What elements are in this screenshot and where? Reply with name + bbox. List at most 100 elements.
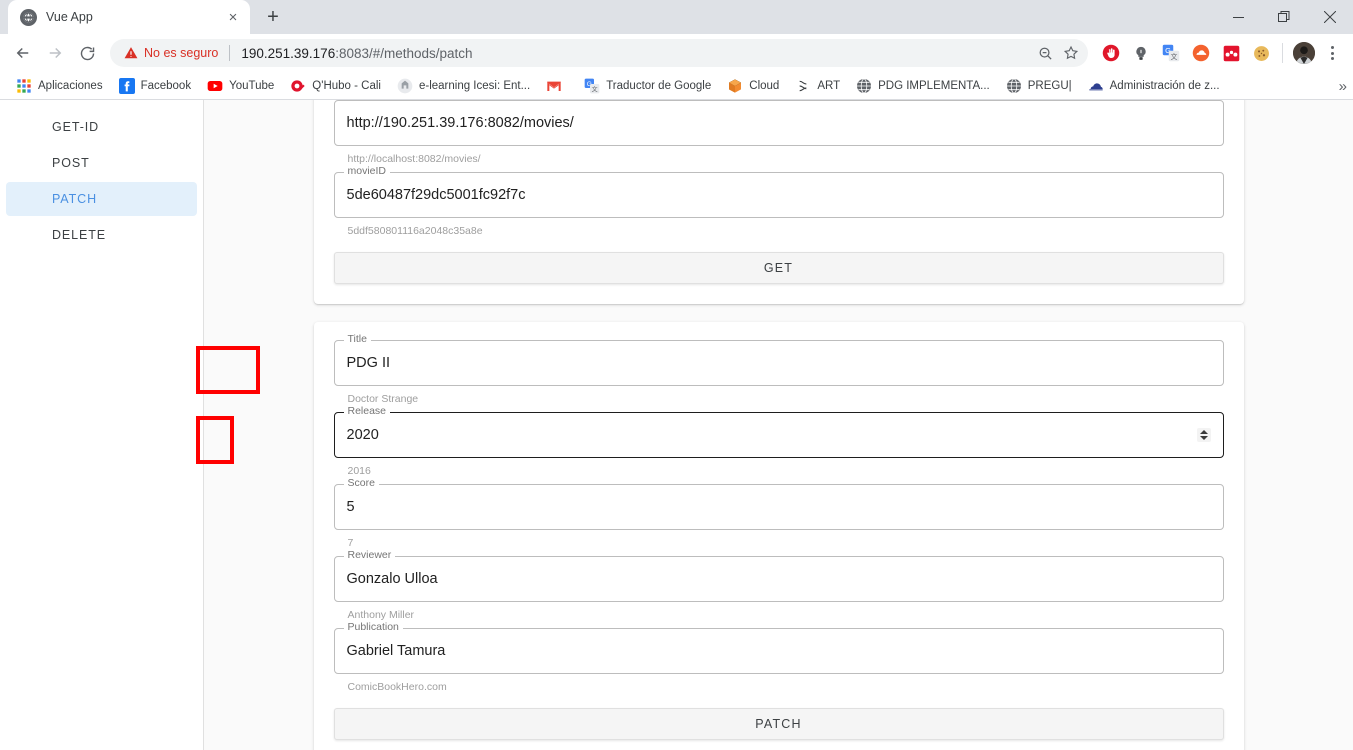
apps-grid-icon [17, 78, 31, 93]
url-field-value: http://190.251.39.176:8082/movies/ [346, 115, 574, 131]
url-field-box[interactable]: http://190.251.39.176:8082/movies/ [333, 100, 1224, 146]
bookmark-cloud[interactable]: Cloud [719, 74, 787, 98]
reload-button[interactable] [72, 38, 102, 68]
sidebar-item-get-id[interactable]: GET-ID [6, 110, 197, 144]
bookmark-label: Facebook [140, 79, 192, 92]
publication-field[interactable]: Publication Gabriel Tamura [333, 621, 1224, 674]
chrome-menu-icon[interactable] [1319, 38, 1345, 68]
bookmark-elearning-icesi[interactable]: e-learning Icesi: Ent... [389, 74, 538, 98]
main-content: http://190.251.39.176:8082/movies/ http:… [204, 100, 1353, 750]
browser-tab-vue-app[interactable]: Vue App × [8, 0, 250, 34]
get-submit-button[interactable]: GET [333, 252, 1224, 284]
google-translate-icon: G 文 [584, 78, 600, 93]
security-warning[interactable]: No es seguro [124, 46, 218, 60]
globe-icon [1006, 78, 1021, 93]
url-field[interactable]: http://190.251.39.176:8082/movies/ [333, 100, 1224, 146]
minimize-icon[interactable] [1215, 0, 1261, 34]
bookmark-aplicaciones[interactable]: Aplicaciones [8, 74, 111, 98]
title-field-box[interactable]: PDG II [333, 340, 1224, 386]
avatar[interactable] [1289, 38, 1319, 68]
sidebar-item-label: DELETE [52, 228, 107, 242]
movie-id-field[interactable]: movieID 5de60487f29dc5001fc92f7c [333, 165, 1224, 218]
release-legend: Release [343, 405, 391, 417]
bookmark-star-icon[interactable] [1058, 40, 1084, 66]
bookmark-label: Traductor de Google [606, 79, 712, 92]
url-host: 190.251.39.176 [241, 45, 336, 61]
qhubo-icon [291, 79, 305, 92]
bookmarks-overflow-button[interactable]: » [1339, 72, 1347, 99]
close-icon[interactable]: × [224, 8, 242, 26]
publication-legend: Publication [343, 621, 403, 633]
bookmark-label: e-learning Icesi: Ent... [418, 79, 531, 92]
title-legend: Title [343, 333, 371, 345]
release-field-value: 2020 [346, 427, 379, 443]
mendeley-icon[interactable] [1216, 38, 1246, 68]
sidebar-item-post[interactable]: POST [6, 146, 197, 180]
movie-id-field-hint: 5ddf580801116a2048c35a8e [347, 225, 483, 237]
bookmark-youtube[interactable]: YouTube [199, 74, 282, 98]
bookmark-pdg-implementa[interactable]: PDG IMPLEMENTA... [848, 74, 998, 98]
bookmark-pregu[interactable]: PREGU| [998, 74, 1080, 98]
extensions-area: G 文 [1096, 38, 1345, 68]
sidebar-nav: GET-ID POST PATCH DELETE [0, 100, 204, 750]
gmail-icon [547, 81, 561, 91]
url-text: 190.251.39.176:8083/#/methods/patch [241, 46, 1032, 61]
bookmarks-bar: Aplicaciones Facebook YouTube Q'Hubo - C… [0, 72, 1353, 100]
google-translate-icon[interactable]: G 文 [1156, 38, 1186, 68]
lamp-icon[interactable] [1126, 38, 1156, 68]
cloud-admin-icon [1088, 82, 1103, 90]
bookmark-traductor-de-google[interactable]: G 文 Traductor de Google [576, 74, 719, 98]
reviewer-field-hint: Anthony Miller [347, 609, 415, 621]
url-field-hint: http://localhost:8082/movies/ [347, 153, 481, 165]
score-field-box[interactable]: 5 [333, 484, 1224, 530]
publication-field-value: Gabriel Tamura [346, 643, 446, 659]
title-field[interactable]: Title PDG II [333, 333, 1224, 386]
publication-field-box[interactable]: Gabriel Tamura [333, 628, 1224, 674]
sidebar-item-label: POST [52, 156, 90, 170]
bookmark-label: PDG IMPLEMENTA... [878, 79, 990, 92]
number-stepper-icon[interactable] [1196, 428, 1211, 442]
maximize-icon[interactable] [1261, 0, 1307, 34]
bookmark-art[interactable]: ART [787, 74, 848, 98]
zoom-out-icon[interactable] [1032, 40, 1058, 66]
sidebar-item-delete[interactable]: DELETE [6, 218, 197, 252]
movie-id-legend: movieID [343, 165, 391, 177]
patch-submit-button[interactable]: PATCH [333, 708, 1224, 740]
bookmark-facebook[interactable]: Facebook [111, 74, 200, 98]
sidebar-item-patch[interactable]: PATCH [6, 182, 197, 216]
reviewer-field-box[interactable]: Gonzalo Ulloa [333, 556, 1224, 602]
bookmark-qhubo[interactable]: Q'Hubo - Cali [282, 74, 389, 98]
score-legend: Score [343, 477, 379, 489]
bookmark-label: YouTube [229, 79, 275, 92]
release-field[interactable]: Release 2020 [333, 405, 1224, 458]
movie-id-field-box[interactable]: 5de60487f29dc5001fc92f7c [333, 172, 1224, 218]
new-tab-button[interactable]: + [258, 2, 288, 32]
cloud-box-icon [729, 78, 742, 93]
publication-field-hint: ComicBookHero.com [347, 681, 447, 693]
svg-text:文: 文 [1171, 52, 1178, 61]
facebook-icon [118, 77, 135, 94]
address-bar[interactable]: No es seguro 190.251.39.176:8083/#/metho… [110, 39, 1088, 67]
browser-toolbar: No es seguro 190.251.39.176:8083/#/metho… [0, 34, 1353, 72]
bookmark-gmail[interactable] [538, 74, 576, 98]
toolbar-divider [1282, 43, 1283, 63]
close-window-icon[interactable] [1307, 0, 1353, 34]
release-field-box[interactable]: 2020 [333, 412, 1224, 458]
cookie-icon[interactable] [1246, 38, 1276, 68]
globe-icon [20, 8, 37, 26]
omnibox-divider [229, 45, 231, 61]
bookmark-label: ART [817, 79, 841, 92]
adblock-icon[interactable] [1096, 38, 1126, 68]
browser-window: Vue App × + No es seguro 190.251.39.176:… [0, 0, 1353, 750]
tab-title: Vue App [46, 10, 93, 24]
reviewer-field[interactable]: Reviewer Gonzalo Ulloa [333, 549, 1224, 602]
score-field[interactable]: Score 5 [333, 477, 1224, 530]
tab-strip: Vue App × + [0, 0, 1353, 34]
forward-button[interactable] [40, 38, 70, 68]
back-button[interactable] [8, 38, 38, 68]
warning-triangle-icon [124, 47, 138, 59]
cloud-icon[interactable] [1186, 38, 1216, 68]
score-field-hint: 7 [347, 537, 354, 549]
title-field-value: PDG II [346, 355, 391, 371]
bookmark-administracion-de-z[interactable]: Administración de z... [1080, 74, 1228, 98]
